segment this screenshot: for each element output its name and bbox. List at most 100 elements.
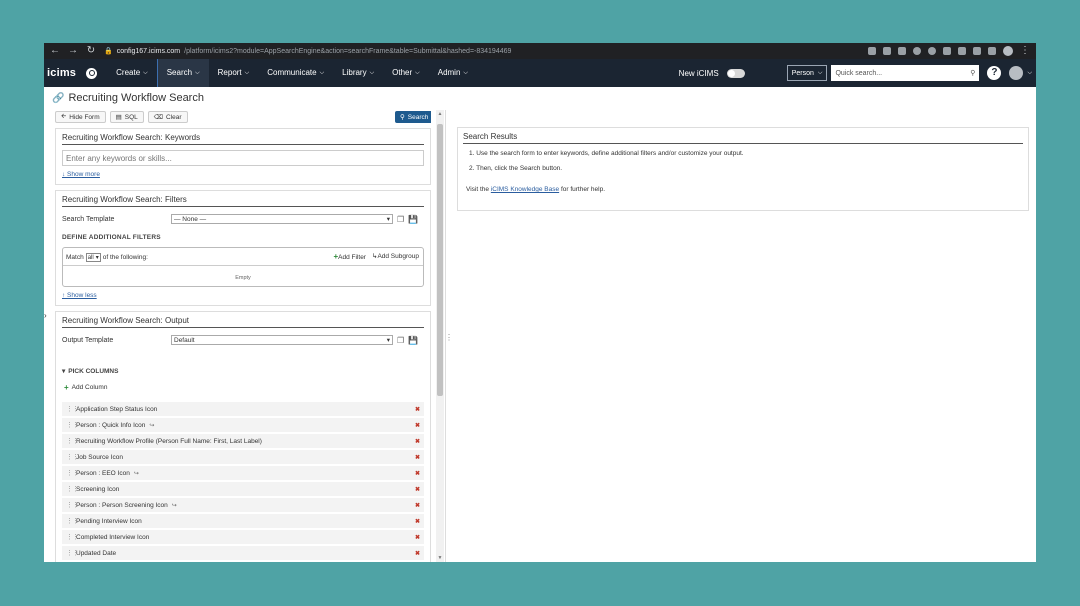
- quick-search-input[interactable]: Quick search... ⚲: [831, 65, 980, 81]
- hide-form-button[interactable]: 🡨 Hide Form: [55, 111, 106, 123]
- column-row[interactable]: ⋮⋮ Pending Interview Icon ✖: [62, 514, 424, 528]
- remove-column-icon[interactable]: ✖: [415, 486, 420, 493]
- add-column-button[interactable]: + Add Column: [64, 383, 424, 392]
- drag-handle-icon[interactable]: ⋮⋮: [66, 405, 79, 413]
- drag-handle-icon[interactable]: ⋮⋮: [66, 469, 79, 477]
- chevron-down-icon: ⌵: [195, 70, 200, 76]
- remove-column-icon[interactable]: ✖: [415, 534, 420, 541]
- results-step-1: 1. Use the search form to enter keywords…: [469, 150, 744, 157]
- scroll-down-icon[interactable]: ▼: [436, 555, 444, 561]
- column-row[interactable]: ⋮⋮ Recruiting Workflow Profile (Person Fu…: [62, 434, 424, 448]
- clear-button[interactable]: ⌫ Clear: [147, 111, 188, 123]
- reload-icon[interactable]: ↻: [86, 43, 96, 59]
- app-navbar: icims Create ⌵ Search ⌵ Report ⌵ Communicat…: [44, 59, 1036, 87]
- match-select[interactable]: all ▾: [85, 253, 101, 262]
- remove-column-icon[interactable]: ✖: [415, 406, 420, 413]
- save-icon[interactable]: 💾: [408, 336, 418, 345]
- search-icon[interactable]: ⚲: [970, 69, 975, 77]
- icims-logo[interactable]: icims: [44, 67, 82, 79]
- globe-icon[interactable]: [86, 67, 98, 79]
- column-row[interactable]: ⋮⋮ Person : Quick Info Icon ↪ ✖: [62, 418, 424, 432]
- filters-panel: Recruiting Workflow Search: Filters Sear…: [55, 190, 431, 306]
- clipboard-icon[interactable]: [943, 47, 951, 55]
- column-row[interactable]: ⋮⋮ Person : Person Screening Icon ↪ ✖: [62, 498, 424, 512]
- star-icon[interactable]: [883, 47, 891, 55]
- save-icon[interactable]: 💾: [408, 215, 418, 224]
- eraser-icon: ⌫: [153, 114, 163, 121]
- quick-search-placeholder: Quick search...: [835, 69, 883, 77]
- nav-admin[interactable]: Admin ⌵: [429, 59, 477, 87]
- search-template-select[interactable]: — None — ▾: [171, 214, 393, 224]
- scrollbar-thumb[interactable]: [437, 124, 443, 396]
- column-row[interactable]: ⋮⋮ Completed Interview Icon ✖: [62, 530, 424, 544]
- remove-column-icon[interactable]: ✖: [415, 454, 420, 461]
- output-template-value: Default: [174, 336, 195, 344]
- add-filter-button[interactable]: +Add Filter: [333, 252, 366, 261]
- drag-handle-icon[interactable]: ⋮⋮: [66, 517, 79, 525]
- chevron-down-icon: ⌵: [463, 70, 468, 76]
- back-icon[interactable]: ←: [50, 43, 60, 59]
- nav-search[interactable]: Search ⌵: [156, 59, 209, 87]
- column-row[interactable]: ⋮⋮ Updated Date ✖: [62, 546, 424, 560]
- sidepanel-icon[interactable]: [988, 47, 996, 55]
- help-prefix: Visit the: [466, 186, 490, 193]
- help-suffix: for further help.: [560, 186, 606, 193]
- extension-icon[interactable]: [898, 47, 906, 55]
- new-icims-toggle[interactable]: [726, 68, 745, 78]
- target-icon[interactable]: [928, 47, 936, 55]
- expand-sidebar-icon[interactable]: ›: [44, 311, 47, 320]
- kebab-menu-icon[interactable]: ⋮: [1020, 43, 1030, 59]
- add-subgroup-button[interactable]: ↳Add Subgroup: [372, 252, 419, 261]
- nav-communicate[interactable]: Communicate ⌵: [258, 59, 333, 87]
- drag-handle-icon[interactable]: ⋮⋮: [66, 549, 79, 557]
- show-more-link[interactable]: ↓ Show more: [62, 171, 424, 178]
- column-row[interactable]: ⋮⋮ Person : EEO Icon ↪ ✖: [62, 466, 424, 480]
- remove-column-icon[interactable]: ✖: [415, 502, 420, 509]
- search-button[interactable]: ⚲ Search: [395, 111, 431, 123]
- help-icon[interactable]: ?: [987, 66, 1002, 80]
- nav-library[interactable]: Library ⌵: [333, 59, 383, 87]
- drag-handle-icon[interactable]: ⋮⋮: [66, 437, 79, 445]
- share-icon[interactable]: [868, 47, 876, 55]
- user-avatar[interactable]: [1009, 66, 1024, 80]
- keywords-input[interactable]: Enter any keywords or skills...: [62, 150, 424, 166]
- browser-window: ← → ↻ 🔒 config167.icims.com/platform/ici…: [44, 43, 1036, 562]
- column-row[interactable]: ⋮⋮ Application Step Status Icon ✖: [62, 402, 424, 416]
- address-bar[interactable]: 🔒 config167.icims.com/platform/icims2?mo…: [104, 47, 860, 56]
- chevron-down-icon[interactable]: ⌵: [1027, 70, 1032, 77]
- nav-create[interactable]: Create ⌵: [107, 59, 157, 87]
- remove-column-icon[interactable]: ✖: [415, 550, 420, 557]
- column-row[interactable]: ⋮⋮ Job Source Icon ✖: [62, 450, 424, 464]
- show-less-link[interactable]: ↑ Show less: [62, 292, 424, 299]
- forward-icon[interactable]: →: [68, 43, 78, 59]
- search-type-select[interactable]: Person ⌵: [786, 65, 828, 81]
- info-icon[interactable]: [913, 47, 921, 55]
- search-icon: ⚲: [400, 114, 405, 121]
- puzzle-icon[interactable]: [958, 47, 966, 55]
- nav-other[interactable]: Other ⌵: [383, 59, 429, 87]
- queue-icon[interactable]: [973, 47, 981, 55]
- form-scrollbar[interactable]: ▲ ▼: [436, 110, 444, 562]
- copy-icon[interactable]: ❐: [397, 336, 404, 345]
- drag-handle-icon[interactable]: ⋮⋮: [66, 453, 79, 461]
- sql-button[interactable]: ▤ SQL: [109, 111, 144, 123]
- column-row[interactable]: ⋮⋮ Screening Icon ✖: [62, 482, 424, 496]
- remove-column-icon[interactable]: ✖: [415, 438, 420, 445]
- drag-handle-icon[interactable]: ⋮⋮: [66, 501, 79, 509]
- remove-column-icon[interactable]: ✖: [415, 470, 420, 477]
- scroll-up-icon[interactable]: ▲: [436, 111, 444, 117]
- drag-handle-icon[interactable]: ⋮⋮: [66, 421, 79, 429]
- nav-report[interactable]: Report ⌵: [209, 59, 259, 87]
- form-toolbar: 🡨 Hide Form ▤ SQL ⌫ Clear ⚲ Search: [55, 110, 431, 124]
- remove-column-icon[interactable]: ✖: [415, 422, 420, 429]
- drag-handle-icon[interactable]: ⋮⋮: [66, 533, 79, 541]
- remove-column-icon[interactable]: ✖: [415, 518, 420, 525]
- output-template-select[interactable]: Default ▾: [171, 335, 393, 345]
- drag-handle-icon[interactable]: ⋮⋮: [66, 485, 79, 493]
- pick-columns-toggle[interactable]: ▾ PICK COLUMNS: [62, 367, 424, 376]
- profile-icon[interactable]: [1003, 46, 1013, 56]
- define-filters-label: DEFINE ADDITIONAL FILTERS: [62, 234, 161, 241]
- resize-handle-icon[interactable]: ⋮: [445, 333, 453, 342]
- copy-icon[interactable]: ❐: [397, 215, 404, 224]
- knowledge-base-link[interactable]: iCIMS Knowledge Base: [491, 186, 559, 193]
